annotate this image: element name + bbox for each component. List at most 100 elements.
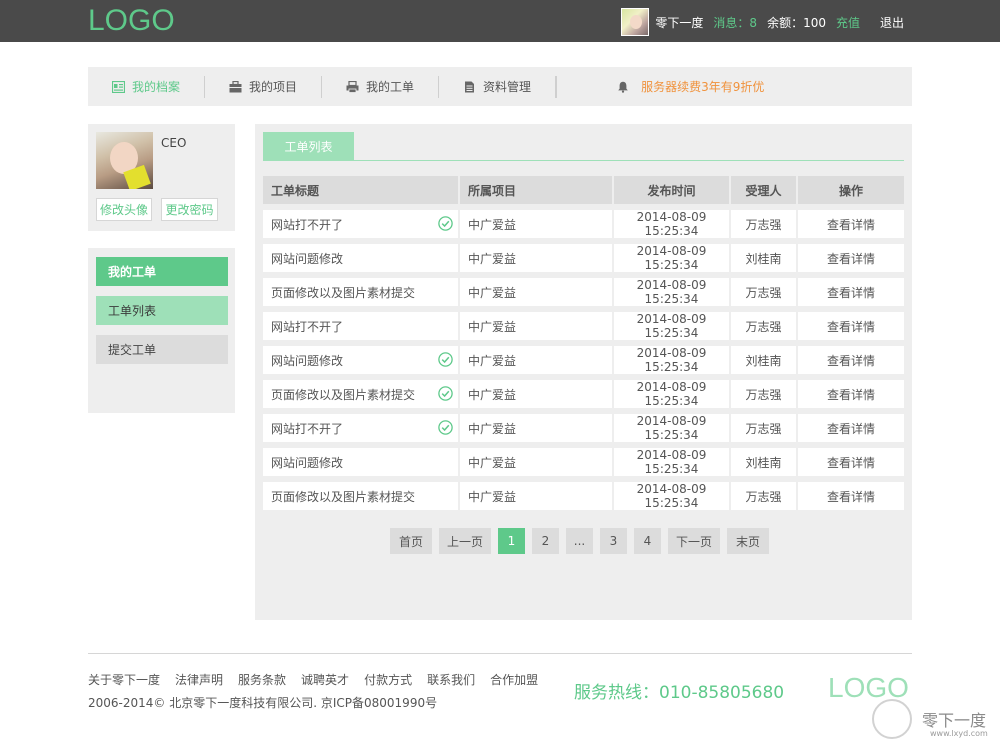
pager-page-1[interactable]: 1 — [498, 528, 525, 554]
sidebar-menu: 我的工单 工单列表 提交工单 — [88, 248, 235, 413]
ticket-title[interactable]: 网站打不开了 — [271, 422, 343, 436]
pager-page-3[interactable]: 3 — [600, 528, 627, 554]
footer-link-terms[interactable]: 服务条款 — [238, 671, 286, 688]
nav-divider — [556, 75, 558, 98]
header-logo[interactable]: LOGO — [88, 4, 175, 38]
cell-title[interactable]: 网站问题修改 — [263, 346, 460, 374]
view-details-link[interactable]: 查看详情 — [798, 380, 904, 408]
cell-title[interactable]: 网站打不开了 — [263, 414, 460, 442]
user-avatar[interactable] — [621, 8, 650, 36]
cell-title[interactable]: 页面修改以及图片素材提交 — [263, 482, 460, 510]
footer-links: 关于零下一度 法律声明 服务条款 诚聘英才 付款方式 联系我们 合作加盟 — [88, 671, 538, 688]
footer-link-contact[interactable]: 联系我们 — [427, 671, 475, 688]
nav-item-tickets[interactable]: 我的工单 — [322, 75, 440, 98]
cell-title[interactable]: 网站问题修改 — [263, 244, 460, 272]
view-details-link[interactable]: 查看详情 — [798, 414, 904, 442]
footer-link-about[interactable]: 关于零下一度 — [88, 671, 160, 688]
pager-page-4[interactable]: 4 — [634, 528, 661, 554]
recharge-link[interactable]: 充值 — [836, 14, 860, 31]
messages-link[interactable]: 消息：8 — [713, 14, 757, 31]
table-row[interactable]: 网站打不开了 中广爱益 2014-08-09 15:25:34 万志强 查看详情 — [263, 414, 904, 442]
footer-link-payment[interactable]: 付款方式 — [364, 671, 412, 688]
cell-time: 2014-08-09 15:25:34 — [614, 448, 731, 476]
change-avatar-button[interactable]: 修改头像 — [96, 198, 152, 221]
footer-link-legal[interactable]: 法律声明 — [175, 671, 223, 688]
user-name[interactable]: 零下一度 — [655, 14, 703, 31]
table-row[interactable]: 网站打不开了 中广爱益 2014-08-09 15:25:34 万志强 查看详情 — [263, 210, 904, 238]
ticket-title[interactable]: 网站打不开了 — [271, 218, 343, 232]
view-details-link[interactable]: 查看详情 — [798, 346, 904, 374]
balance-text: 余额：100 — [767, 15, 826, 30]
briefcase-icon — [229, 80, 242, 92]
ticket-title[interactable]: 网站问题修改 — [271, 456, 343, 470]
cell-owner: 刘桂南 — [731, 244, 798, 272]
cell-title[interactable]: 页面修改以及图片素材提交 — [263, 380, 460, 408]
ticket-title[interactable]: 页面修改以及图片素材提交 — [271, 388, 415, 402]
ticket-title[interactable]: 网站问题修改 — [271, 354, 343, 368]
table-row[interactable]: 网站问题修改 中广爱益 2014-08-09 15:25:34 刘桂南 查看详情 — [263, 346, 904, 374]
nav-label: 我的档案 — [132, 80, 181, 94]
view-details-link[interactable]: 查看详情 — [798, 448, 904, 476]
ticket-title[interactable]: 网站问题修改 — [271, 252, 343, 266]
footer-link-careers[interactable]: 诚聘英才 — [301, 671, 349, 688]
view-details-link[interactable]: 查看详情 — [798, 278, 904, 306]
promo-notice[interactable]: 服务器续费3年有9折优 — [617, 78, 764, 95]
pager-next-button[interactable]: 下一页 — [668, 528, 720, 554]
cell-title[interactable]: 网站问题修改 — [263, 448, 460, 476]
ticket-title[interactable]: 页面修改以及图片素材提交 — [271, 490, 415, 504]
logout-link[interactable]: 退出 — [880, 14, 904, 31]
watermark-text: 零下一度 — [922, 711, 987, 730]
profile-panel: CEO 修改头像 更改密码 — [88, 124, 235, 231]
column-header-owner: 受理人 — [731, 176, 798, 204]
cell-owner: 刘桂南 — [731, 448, 798, 476]
view-details-link[interactable]: 查看详情 — [798, 244, 904, 272]
table-row[interactable]: 网站打不开了 中广爱益 2014-08-09 15:25:34 万志强 查看详情 — [263, 312, 904, 340]
watermark-url: www.lxyd.com — [930, 729, 988, 738]
nav-item-projects[interactable]: 我的项目 — [205, 75, 323, 98]
cell-owner: 万志强 — [731, 210, 798, 238]
pager-first-button[interactable]: 首页 — [390, 528, 432, 554]
view-details-link[interactable]: 查看详情 — [798, 312, 904, 340]
cell-time: 2014-08-09 15:25:34 — [614, 346, 731, 374]
table-row[interactable]: 网站问题修改 中广爱益 2014-08-09 15:25:34 刘桂南 查看详情 — [263, 244, 904, 272]
sidebar-header-my-tickets[interactable]: 我的工单 — [96, 257, 228, 286]
pager-ellipsis[interactable]: ... — [566, 528, 593, 554]
cell-title[interactable]: 网站打不开了 — [263, 210, 460, 238]
cell-title[interactable]: 页面修改以及图片素材提交 — [263, 278, 460, 306]
table-row[interactable]: 页面修改以及图片素材提交 中广爱益 2014-08-09 15:25:34 万志强 查看… — [263, 278, 904, 306]
nav-item-profile[interactable]: 我的档案 — [88, 75, 206, 98]
tab-ticket-list[interactable]: 工单列表 — [263, 132, 354, 161]
cell-time: 2014-08-09 15:25:34 — [614, 210, 731, 238]
table-row[interactable]: 页面修改以及图片素材提交 中广爱益 2014-08-09 15:25:34 万志强 查看… — [263, 482, 904, 510]
table-row[interactable]: 页面修改以及图片素材提交 中广爱益 2014-08-09 15:25:34 万志强 查看… — [263, 380, 904, 408]
change-password-button[interactable]: 更改密码 — [161, 198, 218, 221]
cell-owner: 万志强 — [731, 312, 798, 340]
promo-notice-text: 服务器续费3年有9折优 — [641, 80, 765, 94]
check-circle-icon — [438, 420, 453, 435]
ticket-title[interactable]: 页面修改以及图片素材提交 — [271, 286, 415, 300]
nav-label: 我的工单 — [366, 80, 415, 94]
table-header-row: 工单标题 所属项目 发布时间 受理人 操作 — [263, 176, 904, 204]
ticket-title[interactable]: 网站打不开了 — [271, 320, 343, 334]
footer-divider — [88, 653, 912, 654]
pager-last-button[interactable]: 末页 — [727, 528, 769, 554]
cell-owner: 万志强 — [731, 278, 798, 306]
pager-prev-button[interactable]: 上一页 — [439, 528, 491, 554]
cell-project: 中广爱益 — [460, 380, 614, 408]
main-nav: 我的档案 我的项目 我的工单 资料管理 服务器续费3年有9折优 — [88, 67, 912, 106]
check-circle-icon — [438, 216, 453, 231]
view-details-link[interactable]: 查看详情 — [798, 210, 904, 238]
tab-underline — [263, 160, 904, 161]
footer-link-partner[interactable]: 合作加盟 — [490, 671, 538, 688]
view-details-link[interactable]: 查看详情 — [798, 482, 904, 510]
check-circle-icon — [438, 386, 453, 401]
cell-owner: 刘桂南 — [731, 346, 798, 374]
table-row[interactable]: 网站问题修改 中广爱益 2014-08-09 15:25:34 刘桂南 查看详情 — [263, 448, 904, 476]
sidebar-item-ticket-list[interactable]: 工单列表 — [96, 296, 228, 325]
cell-title[interactable]: 网站打不开了 — [263, 312, 460, 340]
check-circle-icon — [438, 352, 453, 367]
user-area: 零下一度 消息：8 余额：100 充值 退出 — [621, 8, 904, 36]
sidebar-item-submit-ticket[interactable]: 提交工单 — [96, 335, 228, 364]
nav-item-documents[interactable]: 资料管理 — [439, 75, 557, 98]
pager-page-2[interactable]: 2 — [532, 528, 559, 554]
